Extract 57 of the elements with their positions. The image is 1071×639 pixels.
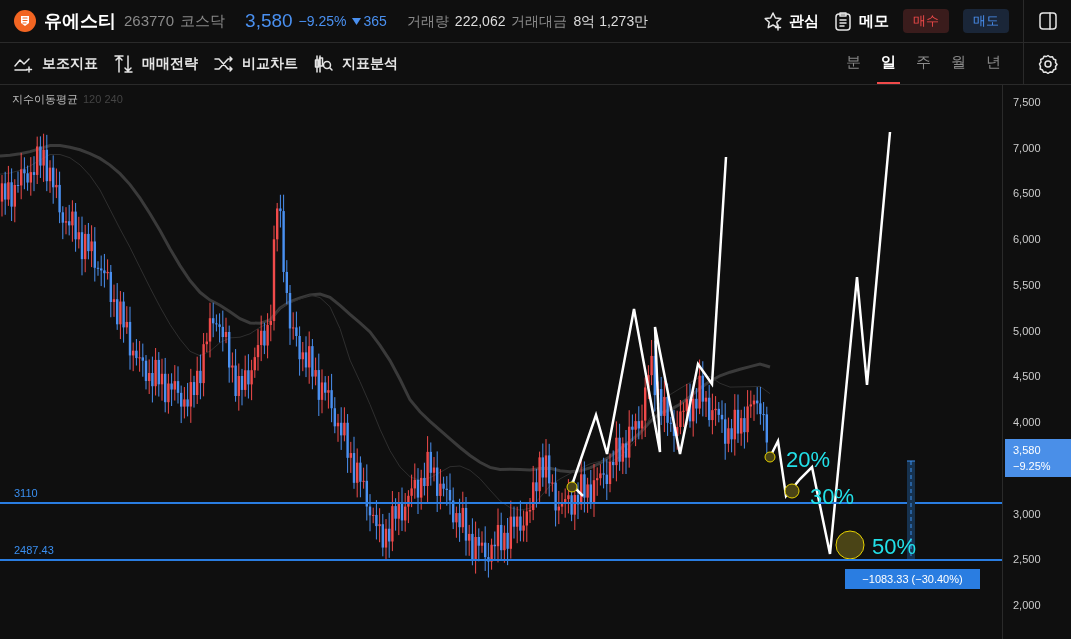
axis-label: 2,000 xyxy=(1013,597,1041,613)
timeframe-tab[interactable]: 월 xyxy=(947,43,970,84)
volume-label: 거래량 xyxy=(406,11,449,31)
volume-value: 222,062 xyxy=(454,11,506,31)
marker-circle xyxy=(835,530,865,560)
axis-label: 6,000 xyxy=(1013,232,1041,248)
watchlist-button[interactable]: 관심 xyxy=(763,9,819,33)
price-value: 3,580 xyxy=(1013,443,1042,458)
price-change: −9.25% xyxy=(1013,459,1052,474)
stock-code: 263770 xyxy=(124,10,175,31)
axis-label: 4,000 xyxy=(1013,415,1041,431)
candles-search-icon xyxy=(314,53,334,74)
stock-name: 유에스티 xyxy=(44,9,116,33)
current-price: 3,580 xyxy=(245,8,293,33)
clipboard-icon xyxy=(833,10,853,32)
percent-annotation: 20% xyxy=(786,449,831,471)
panel-toggle-button[interactable] xyxy=(1038,12,1057,30)
buy-button[interactable]: 매수 xyxy=(903,9,949,33)
marker-circle xyxy=(764,451,776,463)
change-amount: 365 xyxy=(363,11,387,31)
level-label: 3110 xyxy=(14,486,38,501)
axis-label: 7,000 xyxy=(1013,140,1041,156)
axis-label: 4,500 xyxy=(1013,369,1041,385)
memo-button[interactable]: 메모 xyxy=(833,9,889,33)
axis-label: 3,000 xyxy=(1013,506,1041,522)
axis-label: 5,500 xyxy=(1013,277,1041,293)
market-label: 코스닥 xyxy=(180,10,226,31)
timeframe-tab[interactable]: 일 xyxy=(877,43,900,84)
axis-label: 7,500 xyxy=(1013,95,1041,110)
amount-value: 8억 1,273만 xyxy=(573,11,649,31)
timeframe-tab[interactable]: 분 xyxy=(842,43,865,84)
toolbar-button[interactable]: 매매전략 xyxy=(114,53,198,74)
indicator-name: 지수이동평균 xyxy=(12,92,78,107)
settings-icon xyxy=(1037,53,1058,74)
timeframe-tab[interactable]: 년 xyxy=(982,43,1005,84)
change-percent: −9.25% xyxy=(298,11,347,31)
marker-circle xyxy=(566,481,578,493)
sell-button[interactable]: 매도 xyxy=(963,9,1009,33)
marker-circle xyxy=(784,483,800,499)
axis-label: 6,500 xyxy=(1013,186,1041,202)
toolbar-button[interactable]: 보조지표 xyxy=(14,53,98,74)
measure-label: −1083.33 (−30.40%) xyxy=(845,569,980,589)
down-triangle-icon xyxy=(352,17,362,25)
amount-label: 거래대금 xyxy=(511,11,568,31)
panel-icon xyxy=(1038,12,1057,30)
star-icon xyxy=(763,10,783,32)
percent-annotation: 50% xyxy=(872,536,917,558)
logo-icon xyxy=(14,10,36,32)
toolbar-button[interactable]: 비교차트 xyxy=(214,53,298,74)
axis-label: 2,500 xyxy=(1013,552,1041,568)
settings-button[interactable] xyxy=(1037,53,1058,74)
shuffle-icon xyxy=(214,53,234,74)
timeframe-tab[interactable]: 주 xyxy=(912,43,935,84)
axis-label: 5,000 xyxy=(1013,323,1041,339)
toolbar-button[interactable]: 지표분석 xyxy=(314,53,398,74)
level-label: 2487.43 xyxy=(14,543,54,558)
sort-arrows-icon xyxy=(114,53,134,74)
